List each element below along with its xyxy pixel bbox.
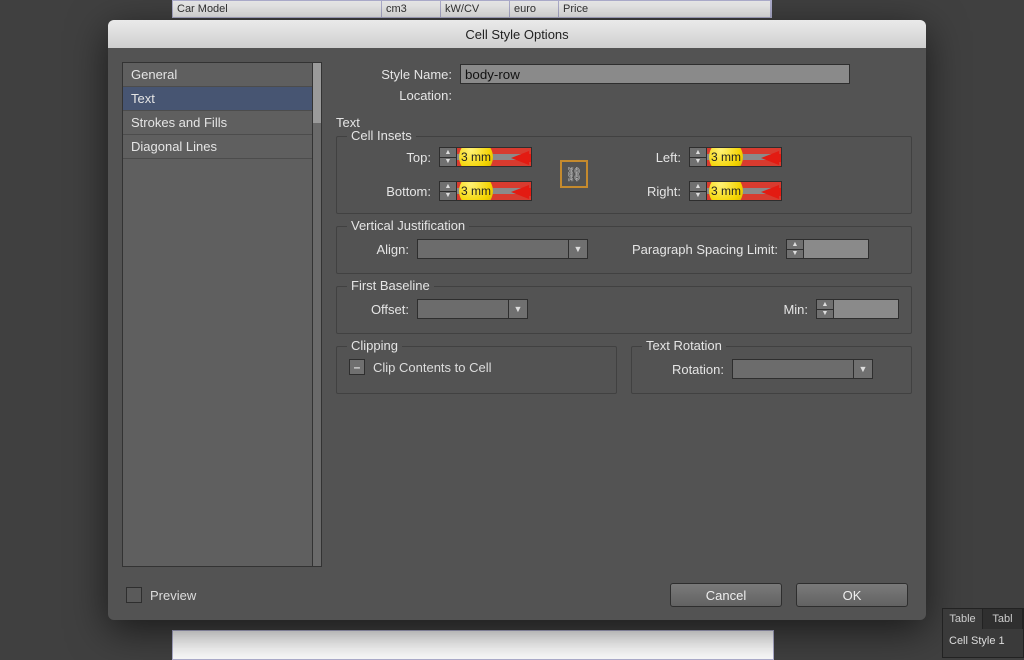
sidebar-item-strokes-and-fills[interactable]: Strokes and Fills (123, 111, 313, 135)
clip-contents-tristate[interactable]: – (349, 359, 365, 375)
arrow-left-icon (761, 185, 779, 199)
group-text-rotation: Text Rotation Rotation: ▼ (631, 346, 912, 394)
dialog-footer: Preview Cancel OK (108, 570, 926, 620)
col-header: kW/CV (441, 1, 510, 17)
scrollbar-thumb[interactable] (313, 63, 321, 123)
min-field[interactable] (834, 299, 899, 319)
cell-style-options-dialog: Cell Style Options General Text Strokes … (108, 20, 926, 620)
dialog-title: Cell Style Options (465, 27, 568, 42)
cell-styles-panel: Table Tabl Cell Style 1 (942, 608, 1024, 658)
rotation-combo[interactable]: ▼ (732, 359, 873, 379)
stepper-up-icon[interactable]: ▲ (440, 148, 456, 157)
group-cell-insets: Cell Insets Top: ▲▼ 3 mm ⛓ Left: (336, 136, 912, 214)
min-label: Min: (758, 302, 816, 317)
chevron-down-icon[interactable]: ▼ (568, 239, 588, 259)
stepper-down-icon[interactable]: ▼ (440, 157, 456, 167)
dialog-main: Style Name: Location: Text Cell Insets T… (336, 62, 912, 570)
stepper-up-icon[interactable]: ▲ (690, 182, 706, 191)
rotation-label: Rotation: (644, 362, 732, 377)
psl-stepper[interactable]: ▲▼ (786, 239, 869, 259)
col-header: Car Model (173, 1, 382, 17)
group-first-baseline: First Baseline Offset: ▼ Min: ▲▼ (336, 286, 912, 334)
inset-bottom-stepper[interactable]: ▲▼ 3 mm (439, 181, 549, 201)
stepper-down-icon[interactable]: ▼ (690, 157, 706, 167)
link-insets-toggle[interactable]: ⛓ (560, 160, 588, 188)
inset-top-field[interactable]: 3 mm (457, 147, 532, 167)
legend-clipping: Clipping (347, 338, 402, 353)
inset-top-stepper[interactable]: ▲▼ 3 mm (439, 147, 549, 167)
min-stepper[interactable]: ▲▼ (816, 299, 899, 319)
group-clipping: Clipping – Clip Contents to Cell (336, 346, 617, 394)
arrow-left-icon (511, 151, 529, 165)
col-header: euro (510, 1, 559, 17)
sidebar-item-text[interactable]: Text (123, 87, 313, 111)
psl-label: Paragraph Spacing Limit: (588, 242, 786, 257)
tab-table-2[interactable]: Tabl (983, 609, 1023, 629)
arrow-left-icon (761, 151, 779, 165)
legend-baseline: First Baseline (347, 278, 434, 293)
bottom-label: Bottom: (349, 184, 439, 199)
category-sidebar: General Text Strokes and Fills Diagonal … (122, 62, 322, 570)
location-label: Location: (336, 88, 460, 103)
stepper-down-icon[interactable]: ▼ (690, 191, 706, 201)
chain-link-icon: ⛓ (565, 166, 583, 183)
stepper-up-icon[interactable]: ▲ (440, 182, 456, 191)
right-label: Right: (599, 184, 689, 199)
stepper-down-icon[interactable]: ▼ (787, 249, 803, 259)
section-title-text: Text (336, 115, 912, 130)
ok-button[interactable]: OK (796, 583, 908, 607)
inset-bottom-field[interactable]: 3 mm (457, 181, 532, 201)
clip-contents-label: Clip Contents to Cell (373, 360, 492, 375)
document-page-edge (172, 630, 774, 660)
inset-left-field[interactable]: 3 mm (707, 147, 782, 167)
document-table-header: Car Model cm3 kW/CV euro Price (172, 0, 772, 18)
dialog-titlebar[interactable]: Cell Style Options (108, 20, 926, 48)
cancel-button[interactable]: Cancel (670, 583, 782, 607)
stepper-up-icon[interactable]: ▲ (817, 300, 833, 309)
stepper-up-icon[interactable]: ▲ (690, 148, 706, 157)
col-header: cm3 (382, 1, 441, 17)
chevron-down-icon[interactable]: ▼ (508, 299, 528, 319)
arrow-left-icon (511, 185, 529, 199)
preview-checkbox[interactable] (126, 587, 142, 603)
legend-cell-insets: Cell Insets (347, 128, 416, 143)
sidebar-item-diagonal-lines[interactable]: Diagonal Lines (123, 135, 313, 159)
stepper-down-icon[interactable]: ▼ (817, 309, 833, 319)
stepper-down-icon[interactable]: ▼ (440, 191, 456, 201)
align-label: Align: (349, 242, 417, 257)
top-label: Top: (349, 150, 439, 165)
col-header: Price (559, 1, 771, 17)
tab-table[interactable]: Table (943, 609, 983, 629)
offset-combo[interactable]: ▼ (417, 299, 528, 319)
inset-right-field[interactable]: 3 mm (707, 181, 782, 201)
left-label: Left: (599, 150, 689, 165)
legend-rotation: Text Rotation (642, 338, 726, 353)
stepper-up-icon[interactable]: ▲ (787, 240, 803, 249)
align-combo[interactable]: ▼ (417, 239, 588, 259)
sidebar-scrollbar[interactable] (312, 62, 322, 567)
offset-label: Offset: (349, 302, 417, 317)
inset-left-stepper[interactable]: ▲▼ 3 mm (689, 147, 799, 167)
category-list: General Text Strokes and Fills Diagonal … (122, 62, 314, 567)
style-name-input[interactable] (460, 64, 850, 84)
sidebar-item-general[interactable]: General (123, 63, 313, 87)
panel-list-item[interactable]: Cell Style 1 (943, 629, 1023, 657)
style-name-label: Style Name: (336, 67, 460, 82)
chevron-down-icon[interactable]: ▼ (853, 359, 873, 379)
psl-field[interactable] (804, 239, 869, 259)
inset-right-stepper[interactable]: ▲▼ 3 mm (689, 181, 799, 201)
legend-vjust: Vertical Justification (347, 218, 469, 233)
group-vertical-justification: Vertical Justification Align: ▼ Paragrap… (336, 226, 912, 274)
preview-label: Preview (150, 588, 196, 603)
